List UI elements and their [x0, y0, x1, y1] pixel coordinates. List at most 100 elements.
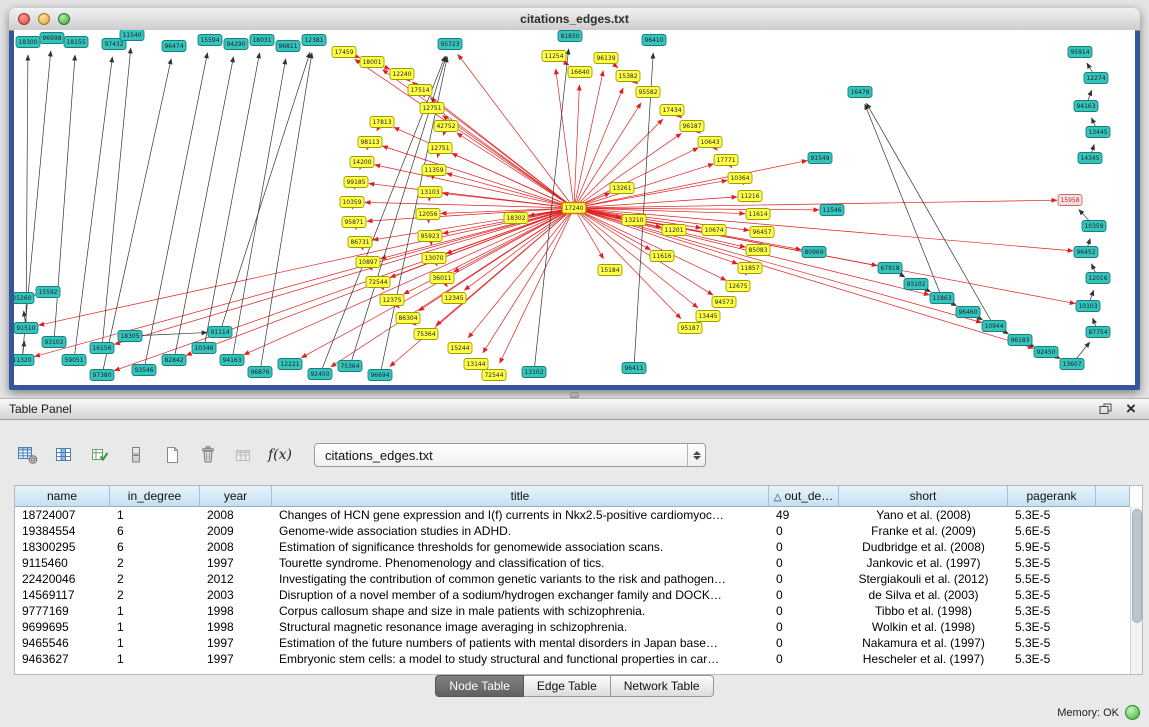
- network-node[interactable]: 15382: [616, 71, 640, 82]
- network-node[interactable]: 16156: [90, 343, 114, 354]
- network-node[interactable]: 11857: [738, 263, 762, 274]
- network-node[interactable]: 12375: [380, 295, 404, 306]
- network-node[interactable]: 96811: [276, 41, 300, 52]
- network-node[interactable]: 72544: [482, 370, 506, 381]
- network-node[interactable]: 82842: [162, 355, 186, 366]
- network-node[interactable]: 36011: [430, 273, 454, 284]
- network-node[interactable]: 12751: [420, 103, 444, 114]
- network-node[interactable]: 13607: [1060, 359, 1084, 370]
- network-node[interactable]: 93102: [42, 337, 66, 348]
- network-node[interactable]: 13102: [522, 367, 546, 378]
- network-node[interactable]: 94290: [224, 39, 248, 50]
- network-node[interactable]: 13070: [422, 253, 446, 264]
- table-row[interactable]: 911546021997Tourette syndrome. Phenomeno…: [15, 555, 1142, 571]
- table-mode-icon[interactable]: [14, 441, 42, 469]
- network-node[interactable]: 81830: [558, 31, 582, 42]
- network-node[interactable]: 75364: [338, 361, 362, 372]
- network-node[interactable]: 17434: [660, 105, 684, 116]
- function-builder-icon[interactable]: f(x): [266, 441, 294, 469]
- network-node[interactable]: 25260: [14, 293, 34, 304]
- new-file-icon[interactable]: [158, 441, 186, 469]
- network-node[interactable]: 11201: [662, 225, 686, 236]
- table-row[interactable]: 946554611997Estimation of the future num…: [15, 635, 1142, 651]
- network-node[interactable]: 92450: [308, 369, 332, 380]
- network-window-titlebar[interactable]: citations_edges.txt: [9, 8, 1140, 31]
- network-node[interactable]: 93546: [132, 365, 156, 376]
- show-columns-icon[interactable]: [50, 441, 78, 469]
- network-node[interactable]: 11540: [120, 30, 144, 41]
- network-node[interactable]: 10944: [982, 321, 1006, 332]
- network-node[interactable]: 10643: [698, 137, 722, 148]
- table-row[interactable]: 2242004622012Investigating the contribut…: [15, 571, 1142, 587]
- network-node[interactable]: 10359: [340, 197, 364, 208]
- scrollbar-thumb[interactable]: [1132, 509, 1142, 623]
- network-node[interactable]: 13445: [696, 311, 720, 322]
- network-node[interactable]: 87754: [1086, 327, 1110, 338]
- close-panel-icon[interactable]: ×: [1123, 401, 1139, 417]
- network-node[interactable]: 15958: [1058, 195, 1082, 206]
- network-node[interactable]: 15594: [198, 35, 222, 46]
- network-node[interactable]: 13445: [1086, 127, 1110, 138]
- table-row[interactable]: 1938455462009Genome-wide association stu…: [15, 523, 1142, 539]
- column-header-year[interactable]: year: [200, 486, 272, 507]
- network-node[interactable]: 96460: [956, 307, 980, 318]
- network-node[interactable]: 96411: [622, 363, 646, 374]
- float-panel-icon[interactable]: [1097, 401, 1113, 417]
- table-row[interactable]: 1872400712008Changes of HCN gene express…: [15, 507, 1142, 523]
- network-node[interactable]: 10103: [1076, 301, 1100, 312]
- network-node[interactable]: 13144: [464, 359, 488, 370]
- import-table-icon[interactable]: [230, 441, 258, 469]
- network-node[interactable]: 10897: [356, 257, 380, 268]
- network-node[interactable]: 95582: [636, 87, 660, 98]
- network-node[interactable]: 96452: [1074, 247, 1098, 258]
- network-node[interactable]: 91114: [208, 327, 232, 338]
- create-column-icon[interactable]: [86, 441, 114, 469]
- network-node[interactable]: 94163: [1074, 101, 1098, 112]
- network-node[interactable]: 15592: [36, 287, 60, 298]
- network-node[interactable]: 96694: [368, 370, 392, 381]
- network-node[interactable]: 12016: [1086, 273, 1110, 284]
- network-node[interactable]: 12056: [416, 209, 440, 220]
- network-node[interactable]: 18031: [250, 35, 274, 46]
- network-node[interactable]: 12240: [390, 69, 414, 80]
- table-row[interactable]: 977716911998Corpus callosum shape and si…: [15, 603, 1142, 619]
- network-node[interactable]: 91510: [14, 323, 38, 334]
- minimize-button[interactable]: [38, 13, 50, 25]
- tab-node-table[interactable]: Node Table: [435, 675, 524, 697]
- rows-icon[interactable]: [122, 441, 150, 469]
- network-node[interactable]: 11216: [738, 191, 762, 202]
- network-node[interactable]: 98113: [358, 137, 382, 148]
- network-table-selector[interactable]: citations_edges.txt: [314, 443, 706, 467]
- network-node[interactable]: 94573: [712, 297, 736, 308]
- network-node[interactable]: 11616: [650, 251, 674, 262]
- table-row[interactable]: 1456911722003Disruption of a novel membe…: [15, 587, 1142, 603]
- network-node[interactable]: 17771: [714, 155, 738, 166]
- network-node[interactable]: 96998: [40, 33, 64, 44]
- network-node[interactable]: 13210: [622, 215, 646, 226]
- table-row[interactable]: 946362711997Embryonic stem cells: a mode…: [15, 651, 1142, 667]
- network-node[interactable]: 96474: [162, 41, 186, 52]
- network-node[interactable]: 96187: [680, 121, 704, 132]
- network-node[interactable]: 97380: [90, 370, 114, 381]
- network-node[interactable]: 14200: [350, 157, 374, 168]
- network-node[interactable]: 12751: [428, 143, 452, 154]
- column-header-name[interactable]: name: [15, 486, 110, 507]
- network-node[interactable]: 12274: [1084, 73, 1108, 84]
- network-node[interactable]: 12345: [442, 293, 466, 304]
- network-node[interactable]: 96876: [248, 367, 272, 378]
- network-node[interactable]: 15244: [448, 343, 472, 354]
- network-node[interactable]: 75364: [414, 329, 438, 340]
- network-node[interactable]: 12675: [726, 281, 750, 292]
- zoom-button[interactable]: [58, 13, 70, 25]
- tab-network-table[interactable]: Network Table: [611, 675, 714, 697]
- network-node[interactable]: 18305: [118, 331, 142, 342]
- network-node[interactable]: 42752: [434, 121, 458, 132]
- network-node[interactable]: 11863: [930, 293, 954, 304]
- network-node[interactable]: 14345: [1078, 153, 1102, 164]
- network-node[interactable]: 15184: [598, 265, 622, 276]
- network-node[interactable]: 93102: [904, 279, 928, 290]
- network-node[interactable]: 11546: [820, 205, 844, 216]
- network-node[interactable]: 96457: [750, 227, 774, 238]
- network-node[interactable]: 95914: [1068, 47, 1092, 58]
- column-header-out_de[interactable]: △out_de…: [769, 486, 839, 507]
